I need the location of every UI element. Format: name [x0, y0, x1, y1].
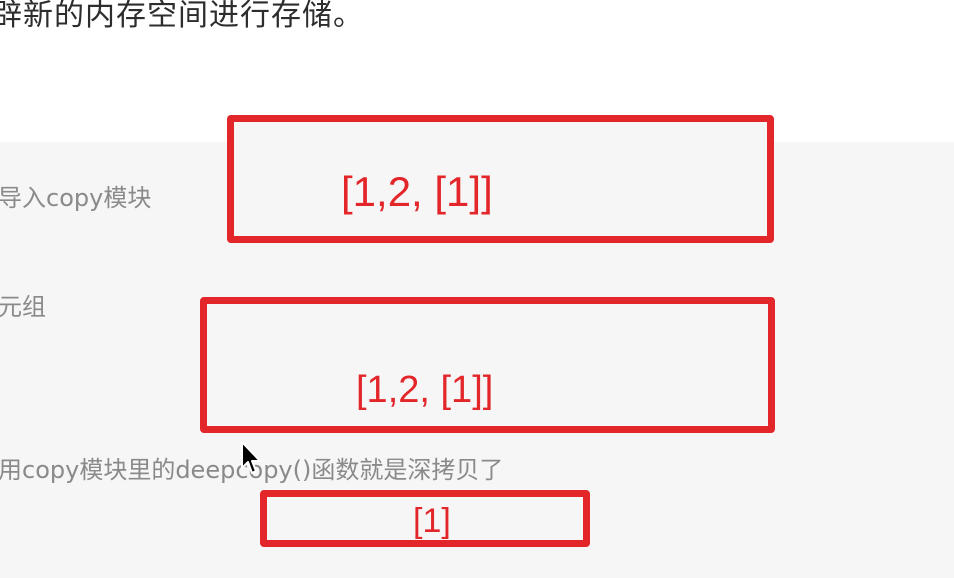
- arrow-cursor-icon: [241, 441, 261, 474]
- annotation-value-1: [1,2, [1]]: [341, 168, 493, 215]
- code-comment-import: 导入copy模块: [0, 184, 152, 212]
- article-text: 辟新的内存空间进行存储。: [0, 0, 364, 33]
- annotation-value-3: [1]: [413, 502, 451, 540]
- annotation-box-2: [200, 297, 775, 433]
- code-comment-tuple: 元组: [0, 293, 46, 321]
- annotation-box-1: [227, 115, 774, 243]
- annotation-value-2: [1,2, [1]]: [356, 369, 494, 411]
